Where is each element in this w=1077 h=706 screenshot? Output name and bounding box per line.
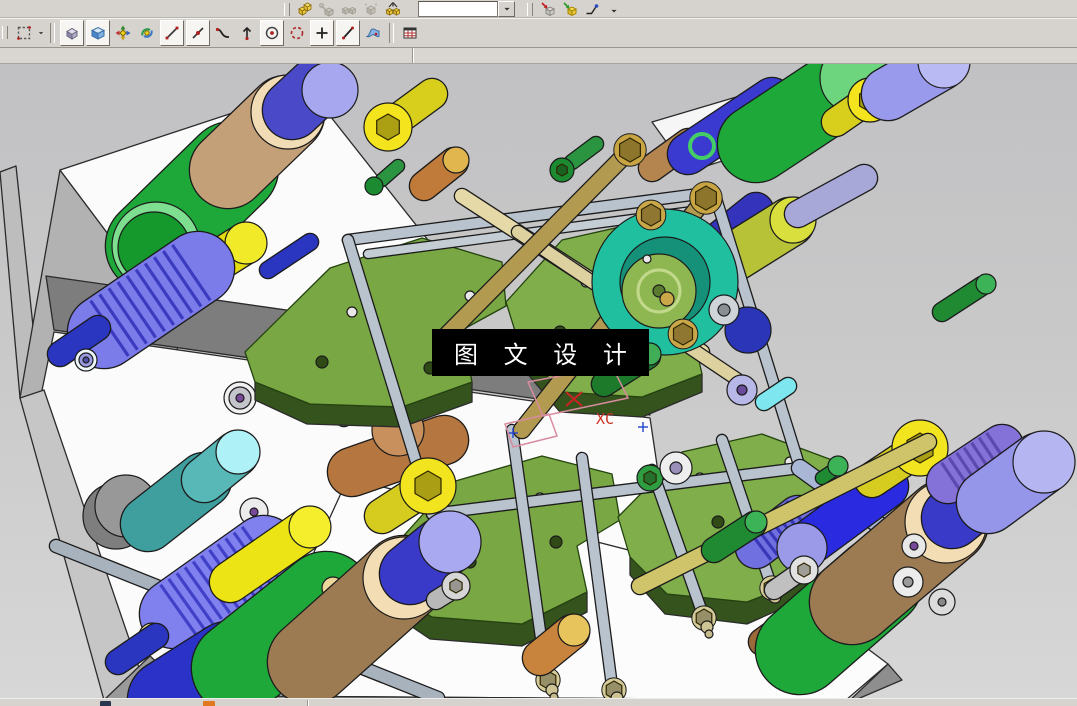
washer-7-hole[interactable] [910, 542, 918, 550]
bolt-green-shaft-2[interactable] [382, 166, 398, 180]
prompt-bar [0, 48, 1077, 64]
dropdown-caret-icon[interactable] [36, 21, 46, 45]
end-point-icon[interactable] [160, 20, 184, 46]
select-rect-icon[interactable] [13, 21, 35, 45]
stub-orange-c7-cap[interactable] [558, 614, 590, 646]
snap-icon-group [12, 20, 422, 46]
angle-pin-1-head[interactable] [614, 134, 646, 166]
slash-point-icon[interactable] [336, 20, 360, 46]
pillar-a-lavender-cap[interactable] [302, 64, 358, 118]
nipple-3-t2[interactable] [705, 630, 713, 638]
point-on-curve-icon[interactable] [212, 21, 234, 45]
tube-lavender-rm[interactable] [798, 178, 864, 214]
toolbar-separator [389, 23, 394, 43]
face-point-icon[interactable] [362, 21, 384, 45]
toolbar-grip[interactable] [527, 3, 533, 16]
assembly-icon-group [294, 1, 404, 17]
pin-green-c6-cap[interactable] [745, 511, 767, 533]
array-cube-icon[interactable] [360, 1, 382, 17]
ring-screw-1[interactable] [636, 200, 666, 230]
component-wrench-icon[interactable] [316, 1, 338, 17]
screw-silver-hex-1[interactable] [450, 579, 462, 593]
center-point-icon[interactable] [260, 20, 284, 46]
taskbar-icon-1[interactable] [100, 701, 111, 706]
screw-white-hex[interactable] [798, 563, 810, 577]
taskbar-divider [307, 700, 309, 706]
toolbar-snap-point [0, 18, 1077, 48]
screw-yellow-hex-1[interactable] [377, 114, 400, 140]
rod-yellow-2-cap[interactable] [289, 506, 331, 548]
pillar-m-lavender-cap[interactable] [419, 511, 481, 573]
wcs-label[interactable]: XC [596, 410, 614, 428]
cyl-lavender-fr-cap[interactable] [1013, 431, 1075, 493]
washer-6-hole[interactable] [938, 598, 946, 606]
mirror-cubes-icon[interactable] [338, 1, 360, 17]
toolbar-grip[interactable] [2, 26, 8, 39]
screw-white-shaft[interactable] [774, 576, 794, 590]
hole-dark-6[interactable] [550, 536, 562, 548]
selection-scope-input[interactable] [418, 1, 498, 17]
dropdown-caret-icon[interactable] [603, 1, 625, 17]
snap-point-icon[interactable] [112, 21, 134, 45]
quadrant-point-icon[interactable] [236, 21, 258, 45]
sprue-dot-white[interactable] [643, 255, 651, 263]
assemblies-cubes-icon[interactable] [294, 1, 316, 17]
ring-screw-2[interactable] [668, 319, 698, 349]
taskbar-icon-2[interactable] [203, 701, 215, 706]
washer-2-hole[interactable] [236, 394, 244, 402]
plus-point-icon[interactable] [310, 20, 334, 46]
bolt-green-head-2[interactable] [365, 177, 383, 195]
stub-orange-cap[interactable] [443, 147, 469, 173]
open-box-icon[interactable] [86, 20, 110, 46]
measure-distance-icon[interactable] [581, 1, 603, 17]
mid-point-icon[interactable] [186, 20, 210, 46]
angle-pin-2-head[interactable] [690, 182, 722, 214]
hole-dark-7[interactable] [712, 516, 724, 528]
washer-5-hole[interactable] [903, 577, 913, 587]
view-icon-group [537, 1, 625, 17]
washer-3-hole[interactable] [250, 508, 258, 516]
washer-lav-hole[interactable] [737, 385, 747, 395]
model-canvas[interactable]: XC [0, 64, 1077, 698]
grid-point-icon[interactable] [399, 21, 421, 45]
selection-scope-combo [418, 1, 515, 17]
snap-rotate-icon[interactable] [136, 21, 158, 45]
pin-green-re-shaft[interactable] [942, 286, 982, 312]
circle-dashed-icon[interactable] [286, 21, 308, 45]
pin-green-re-cap[interactable] [976, 274, 996, 294]
sleeve-teal-cap[interactable] [216, 430, 260, 474]
toolbar-assemblies [0, 0, 1077, 18]
bolt-green-shaft-1[interactable] [572, 144, 596, 162]
shaded-cube-icon[interactable] [60, 20, 84, 46]
svg-text:XC: XC [596, 410, 614, 428]
watermark-banner: 图 文 设 计 [432, 329, 649, 376]
hole-light-1[interactable] [347, 307, 357, 317]
prompt-right [414, 48, 1077, 63]
washer-8-hole[interactable] [670, 462, 682, 474]
washer-silver-hole[interactable] [718, 304, 730, 316]
toolbar-separator [50, 23, 55, 43]
pin-green-rp-head[interactable] [828, 456, 848, 476]
explode-view-icon[interactable] [382, 1, 404, 17]
combo-dropdown-button[interactable] [498, 1, 515, 17]
screw-green-c5-hex[interactable] [644, 471, 656, 485]
hole-dark-1[interactable] [316, 356, 328, 368]
red-arrow-cube-icon[interactable] [537, 1, 559, 17]
toolbar-grip[interactable] [284, 3, 290, 16]
graphics-window[interactable]: XC 图 文 设 计 [0, 64, 1077, 698]
prompt-left [0, 48, 412, 63]
ring-dot-gold[interactable] [660, 292, 674, 306]
bolt-green-hex-1[interactable] [557, 164, 567, 176]
yellow-cube-green-arrow-icon[interactable] [559, 1, 581, 17]
washer-1-hole[interactable] [83, 357, 89, 363]
